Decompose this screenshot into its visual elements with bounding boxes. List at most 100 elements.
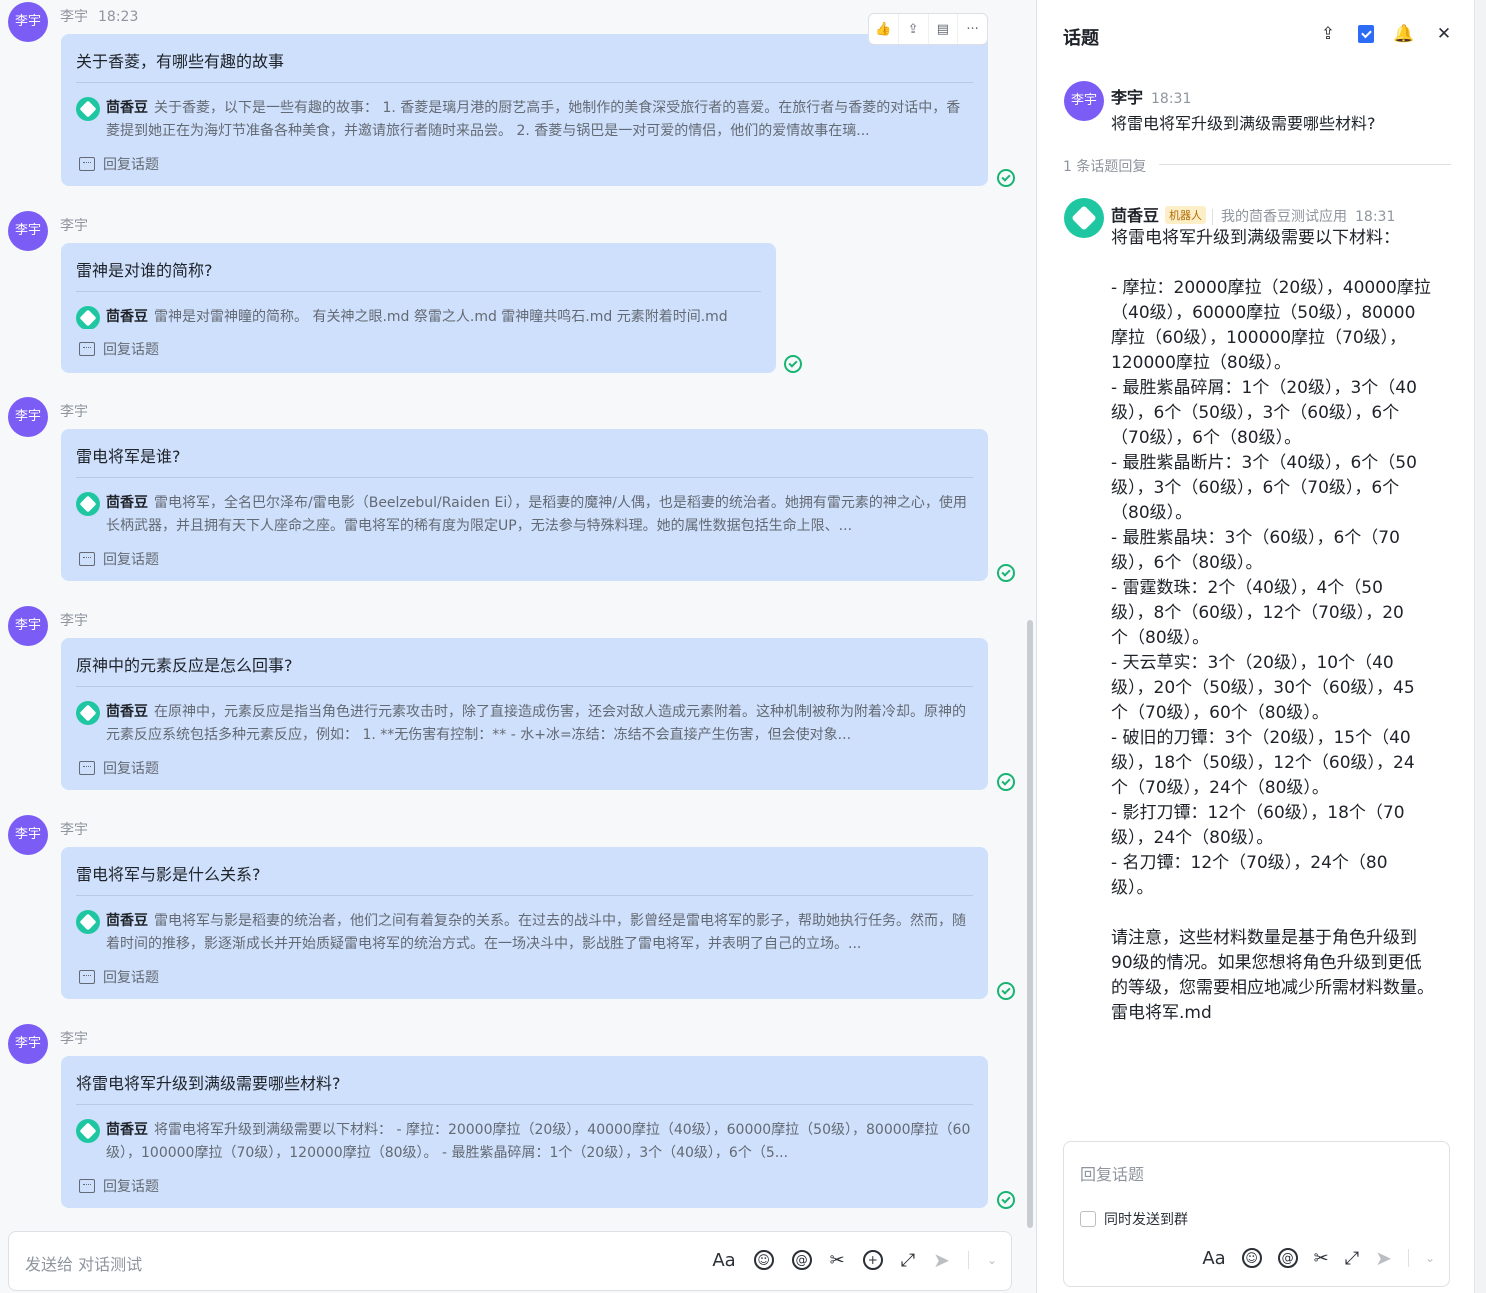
share-icon[interactable]: ⇪ — [1318, 24, 1338, 44]
close-icon[interactable]: ✕ — [1434, 24, 1454, 44]
send-icon[interactable]: ➤ — [933, 1248, 950, 1272]
message-header: 李宇 — [60, 610, 88, 630]
avatar[interactable]: 李宇 — [1064, 81, 1104, 121]
bot-name: 茴香豆 — [106, 309, 148, 325]
avatar[interactable]: 李宇 — [8, 1024, 48, 1064]
message-card[interactable]: 原神中的元素反应是怎么回事? 茴香豆 在原神中，元素反应是指当角色进行元素攻击时，… — [61, 638, 988, 790]
topic-question: 将雷电将军升级到满级需要哪些材料? — [1111, 114, 1376, 133]
reply-topic-button[interactable]: 回复话题 — [79, 549, 159, 569]
more-icon[interactable]: ··· — [958, 14, 987, 44]
bot-answer: 茴香豆 关于香菱，以下是一些有趣的故事： 1. 香菱是璃月港的厨艺高手，她制作的美… — [76, 97, 973, 143]
message-card[interactable]: 将雷电将军升级到满级需要哪些材料? 茴香豆 将雷电将军升级到满级需要以下材料： -… — [61, 1056, 988, 1208]
screenshot-icon[interactable]: ✂ — [830, 1250, 845, 1271]
reply-count: 1 条话题回复 — [1063, 159, 1147, 175]
read-check-icon — [997, 564, 1015, 582]
sender-name: 李宇 — [60, 822, 88, 838]
reply-input[interactable]: 回复话题 — [1080, 1161, 1144, 1185]
read-check-icon — [997, 1191, 1015, 1209]
comment-icon — [79, 342, 95, 356]
reply-topic-label: 回复话题 — [103, 1179, 159, 1195]
chat-scrollbar[interactable] — [1027, 620, 1033, 1228]
reply-topic-label: 回复话题 — [103, 761, 159, 777]
bell-icon[interactable]: 🔔 — [1393, 24, 1414, 44]
avatar[interactable]: 李宇 — [8, 397, 48, 437]
divider — [1159, 164, 1451, 165]
expand-icon[interactable]: ⤢ — [901, 1250, 915, 1271]
bookmark-icon[interactable] — [1358, 25, 1374, 43]
reply-topic-button[interactable]: 回复话题 — [79, 339, 159, 359]
answer-text: 雷电将军与影是稻妻的统治者，他们之间有着复杂的关系。在过去的战斗中，影曾经是雷电… — [106, 913, 966, 952]
avatar[interactable]: 李宇 — [8, 815, 48, 855]
reply-topic-label: 回复话题 — [103, 342, 159, 358]
message-card[interactable]: 关于香菱，有哪些有趣的故事 茴香豆 关于香菱，以下是一些有趣的故事： 1. 香菱是… — [61, 34, 988, 186]
message-hover-toolbar: 👍 ⇪ ▤ ··· — [868, 13, 988, 45]
reply-topic-button[interactable]: 回复话题 — [79, 967, 159, 987]
avatar[interactable]: 李宇 — [8, 606, 48, 646]
message-header: 李宇 — [60, 401, 88, 421]
reply-topic-button[interactable]: 回复话题 — [79, 1176, 159, 1196]
message-input[interactable]: 发送给 对话测试 — [25, 1251, 142, 1275]
checkbox-icon[interactable] — [1080, 1211, 1096, 1227]
text-format-icon[interactable]: Aa — [712, 1250, 735, 1271]
sender-name: 李宇 — [1111, 88, 1144, 107]
card-icon[interactable]: ▤ — [929, 14, 959, 44]
bot-answer: 茴香豆 雷电将军与影是稻妻的统治者，他们之间有着复杂的关系。在过去的战斗中，影曾经… — [76, 910, 973, 956]
also-send-checkbox[interactable]: 同时发送到群 — [1080, 1209, 1188, 1229]
background-window-edge — [1474, 0, 1486, 1293]
sender-name: 李宇 — [60, 613, 88, 629]
comment-icon — [79, 552, 95, 566]
mention-icon[interactable]: @ — [791, 1250, 812, 1270]
app-window: 李宇 李宇 18:23 关于香菱，有哪些有趣的故事 茴香豆 关于香菱，以下是一些有趣… — [0, 0, 1486, 1293]
text-format-icon[interactable]: Aa — [1202, 1248, 1225, 1269]
plus-icon[interactable]: + — [862, 1250, 883, 1270]
emoji-icon[interactable]: ☺ — [1241, 1248, 1262, 1268]
answer-text: 将雷电将军升级到满级需要以下材料： - 摩拉：20000摩拉（20级），4000… — [106, 1122, 971, 1161]
message-card[interactable]: 雷神是对谁的简称? 茴香豆 雷神是对雷神瞳的简称。 有关神之眼.md 祭雷之人.m… — [61, 243, 776, 373]
message-card[interactable]: 雷电将军与影是什么关系? 茴香豆 雷电将军与影是稻妻的统治者，他们之间有着复杂的关… — [61, 847, 988, 999]
also-send-label: 同时发送到群 — [1104, 1212, 1188, 1228]
avatar[interactable]: 李宇 — [8, 211, 48, 251]
chevron-down-icon[interactable]: ⌄ — [987, 1253, 997, 1267]
message-card[interactable]: 雷电将军是谁? 茴香豆 雷电将军，全名巴尔泽布/雷电影（Beelzebul/Rai… — [61, 429, 988, 581]
sender-name: 李宇 — [60, 404, 88, 420]
reply-topic-button[interactable]: 回复话题 — [79, 154, 159, 174]
bot-answer: 茴香豆 雷电将军，全名巴尔泽布/雷电影（Beelzebul/Raiden Ei），… — [76, 492, 973, 538]
reply-topic-label: 回复话题 — [103, 970, 159, 986]
composer-toolbar: Aa ☺ @ ✂ + ⤢ ➤ ⌄ — [712, 1248, 997, 1272]
reply-topic-button[interactable]: 回复话题 — [79, 758, 159, 778]
chevron-down-icon[interactable]: ⌄ — [1425, 1251, 1435, 1265]
send-icon[interactable]: ➤ — [1375, 1246, 1392, 1270]
share-icon[interactable]: ⇪ — [899, 14, 929, 44]
sender-name: 李宇 — [60, 1031, 88, 1047]
screenshot-icon[interactable]: ✂ — [1314, 1248, 1329, 1269]
reply-topic-label: 回复话题 — [103, 552, 159, 568]
bot-name: 茴香豆 — [106, 495, 148, 511]
panel-actions: ⇪ 🔔 ✕ — [1318, 24, 1454, 44]
divider — [967, 1251, 969, 1269]
avatar[interactable]: 李宇 — [8, 2, 48, 42]
message-time: 18:31 — [1355, 209, 1396, 225]
emoji-icon[interactable]: ☺ — [753, 1250, 774, 1270]
bot-name: 茴香豆 — [106, 100, 148, 116]
composer-toolbar: Aa ☺ @ ✂ ⤢ ➤ ⌄ — [1202, 1246, 1435, 1270]
message-header: 李宇 — [60, 819, 88, 839]
question-text: 雷电将军与影是什么关系? — [76, 847, 973, 896]
chat-area: 李宇 李宇 18:23 关于香菱，有哪些有趣的故事 茴香豆 关于香菱，以下是一些有趣… — [0, 0, 1036, 1293]
question-text: 原神中的元素反应是怎么回事? — [76, 638, 973, 687]
sender-name: 李宇 — [60, 218, 88, 234]
answer-text: 关于香菱，以下是一些有趣的故事： 1. 香菱是璃月港的厨艺高手，她制作的美食深受… — [106, 100, 961, 139]
answer-text: 在原神中，元素反应是指当角色进行元素攻击时，除了直接造成伤害，还会对敌人造成元素… — [106, 704, 966, 743]
message-composer[interactable]: 发送给 对话测试 Aa ☺ @ ✂ + ⤢ ➤ ⌄ — [8, 1231, 1012, 1291]
topic-reply-composer[interactable]: 回复话题 同时发送到群 Aa ☺ @ ✂ ⤢ ➤ ⌄ — [1063, 1141, 1450, 1287]
thumbs-up-icon[interactable]: 👍 — [869, 14, 899, 44]
answer-text: 雷电将军，全名巴尔泽布/雷电影（Beelzebul/Raiden Ei），是稻妻… — [106, 495, 967, 534]
message-time: 18:23 — [98, 9, 139, 25]
bot-avatar-icon — [76, 1119, 100, 1143]
bot-avatar-icon — [76, 306, 100, 329]
bot-answer: 茴香豆 将雷电将军升级到满级需要以下材料： - 摩拉：20000摩拉（20级），4… — [76, 1119, 973, 1165]
bot-header: 茴香豆 机器人 我的茴香豆测试应用 18:31 — [1111, 202, 1395, 226]
mention-icon[interactable]: @ — [1277, 1248, 1298, 1268]
question-text: 将雷电将军升级到满级需要哪些材料? — [76, 1056, 973, 1105]
expand-icon[interactable]: ⤢ — [1345, 1248, 1359, 1269]
bot-avatar-icon[interactable] — [1064, 198, 1104, 238]
